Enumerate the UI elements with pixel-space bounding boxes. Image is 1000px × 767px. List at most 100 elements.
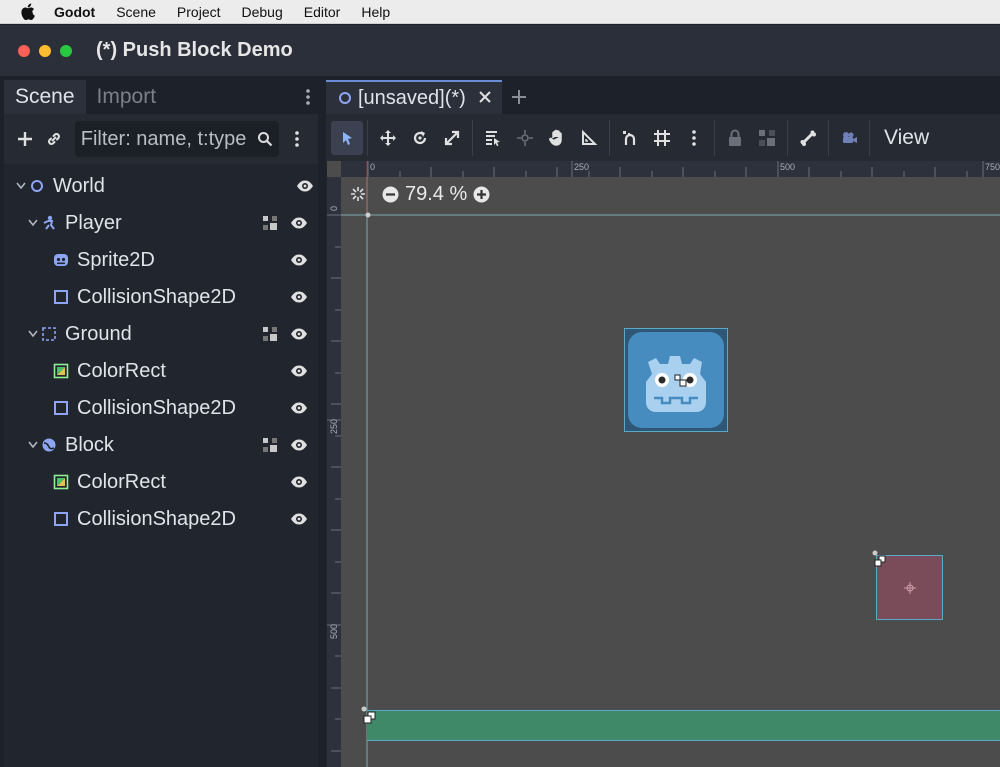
scale-mode-icon[interactable]: [436, 121, 468, 155]
tab-scene[interactable]: Scene: [4, 80, 86, 114]
group-selectable-icon[interactable]: [262, 326, 278, 342]
menu-project[interactable]: Project: [177, 4, 221, 20]
close-tab-icon[interactable]: [478, 88, 492, 109]
filter-nodes-input[interactable]: Filter: name, t:type: [74, 121, 279, 157]
visibility-eye-icon[interactable]: [290, 251, 308, 269]
godot-logo-icon: [624, 328, 728, 432]
collision-shape-icon: [52, 510, 70, 528]
lock-icon[interactable]: [719, 121, 751, 155]
rotate-mode-icon[interactable]: [404, 121, 436, 155]
tree-item-label: Player: [65, 211, 122, 234]
collision-shape-icon: [52, 399, 70, 417]
tree-item-block[interactable]: Block: [26, 427, 314, 463]
toolbar-divider: [828, 120, 829, 156]
tree-item-colorrect[interactable]: ColorRect: [52, 353, 314, 389]
group-selectable-icon[interactable]: [262, 437, 278, 453]
instance-scene-link-icon[interactable]: [39, 124, 68, 154]
group-nodes-icon[interactable]: [751, 121, 783, 155]
menu-help[interactable]: Help: [361, 4, 390, 20]
window-titlebar: (*) Push Block Demo: [0, 25, 1000, 76]
tree-item-player[interactable]: Player: [26, 205, 314, 241]
pivot-mode-icon[interactable]: [509, 121, 541, 155]
zoom-window-button[interactable]: [60, 44, 72, 57]
chevron-down-icon[interactable]: [14, 182, 28, 190]
filter-placeholder: Filter: name, t:type: [80, 127, 247, 150]
zoom-level-text[interactable]: 79.4 %: [405, 183, 467, 206]
menu-debug[interactable]: Debug: [242, 4, 283, 20]
visibility-eye-icon[interactable]: [290, 473, 308, 491]
select-mode-icon[interactable]: [331, 121, 363, 155]
block-handle-icon[interactable]: [869, 549, 889, 569]
tree-item-label: Sprite2D: [77, 248, 155, 271]
zoom-reset-icon[interactable]: [349, 185, 367, 203]
toolbar-divider: [869, 120, 870, 156]
list-select-icon[interactable]: [477, 121, 509, 155]
visibility-eye-icon[interactable]: [290, 436, 308, 454]
chevron-down-icon[interactable]: [26, 441, 40, 449]
visibility-eye-icon[interactable]: [290, 214, 308, 232]
ground-handle-icon[interactable]: [359, 704, 381, 726]
tree-item-collisionshape2d[interactable]: CollisionShape2D: [52, 279, 314, 315]
color-rect-icon: [52, 473, 70, 491]
visibility-eye-icon[interactable]: [290, 362, 308, 380]
tree-item-label: Block: [65, 433, 114, 456]
zoom-in-icon[interactable]: [473, 186, 490, 203]
scene-tree: World Player Sprite2D CollisionShape2D G…: [8, 168, 314, 767]
add-node-button[interactable]: [10, 124, 39, 154]
node2d-circle-icon: [28, 177, 46, 195]
visibility-eye-icon[interactable]: [290, 288, 308, 306]
visibility-eye-icon[interactable]: [290, 325, 308, 343]
window-title: (*) Push Block Demo: [96, 39, 293, 61]
scene-tab-label: [unsaved](*): [358, 86, 466, 109]
chevron-down-icon[interactable]: [26, 330, 40, 338]
tree-item-ground[interactable]: Ground: [26, 316, 314, 352]
collision-shape-icon: [52, 288, 70, 306]
add-scene-tab-button[interactable]: [502, 80, 536, 114]
scene-dock-toolbar: Filter: name, t:type: [4, 114, 318, 164]
tree-item-colorrect[interactable]: ColorRect: [52, 464, 314, 500]
close-window-button[interactable]: [18, 44, 30, 57]
visibility-eye-icon[interactable]: [296, 177, 314, 195]
zoom-out-icon[interactable]: [382, 186, 399, 203]
tree-item-label: Ground: [65, 322, 132, 345]
group-selectable-icon[interactable]: [262, 215, 278, 231]
menu-app-godot[interactable]: Godot: [54, 4, 95, 20]
ground-color-rect[interactable]: [367, 710, 1000, 741]
tab-import[interactable]: Import: [86, 80, 168, 114]
visibility-eye-icon[interactable]: [290, 399, 308, 417]
search-icon: [257, 132, 272, 147]
smart-snap-icon[interactable]: [614, 121, 646, 155]
character-body-icon: [40, 214, 58, 232]
apple-icon[interactable]: [20, 3, 40, 20]
toolbar-divider: [367, 120, 368, 156]
chevron-down-icon[interactable]: [26, 219, 40, 227]
minimize-window-button[interactable]: [39, 44, 51, 57]
tree-item-world[interactable]: World: [14, 168, 320, 204]
canvas-viewport[interactable]: 0 250 500 750 0 250 500 79.4 %: [327, 161, 1000, 767]
menu-scene[interactable]: Scene: [116, 4, 156, 20]
visibility-eye-icon[interactable]: [290, 510, 308, 528]
move-mode-icon[interactable]: [372, 121, 404, 155]
menu-editor[interactable]: Editor: [304, 4, 341, 20]
canvas-scene-drawing: [341, 161, 1000, 767]
split-handle[interactable]: [318, 80, 326, 767]
tree-item-sprite2d[interactable]: Sprite2D: [52, 242, 314, 278]
ruler-mode-icon[interactable]: [573, 121, 605, 155]
tree-item-collisionshape2d[interactable]: CollisionShape2D: [52, 390, 314, 426]
scene-dock-tabs: Scene Import: [4, 80, 318, 114]
tree-item-label: CollisionShape2D: [77, 507, 236, 530]
tab-unsaved-scene[interactable]: [unsaved](*): [326, 80, 502, 114]
more-options-icon[interactable]: [283, 124, 312, 154]
player-sprite[interactable]: [624, 328, 728, 432]
grid-snap-icon[interactable]: [646, 121, 678, 155]
pan-hand-icon[interactable]: [541, 121, 573, 155]
scene-tabs: [unsaved](*): [326, 80, 1000, 114]
view-menu-button[interactable]: View: [874, 121, 939, 155]
rigid-body-icon: [40, 436, 58, 454]
snap-options-icon[interactable]: [678, 121, 710, 155]
canvas-toolbar: View: [326, 114, 1000, 162]
camera-override-icon[interactable]: [833, 121, 865, 155]
dock-menu-icon[interactable]: [298, 80, 318, 114]
skeleton-bone-icon[interactable]: [792, 121, 824, 155]
tree-item-collisionshape2d[interactable]: CollisionShape2D: [52, 501, 314, 537]
